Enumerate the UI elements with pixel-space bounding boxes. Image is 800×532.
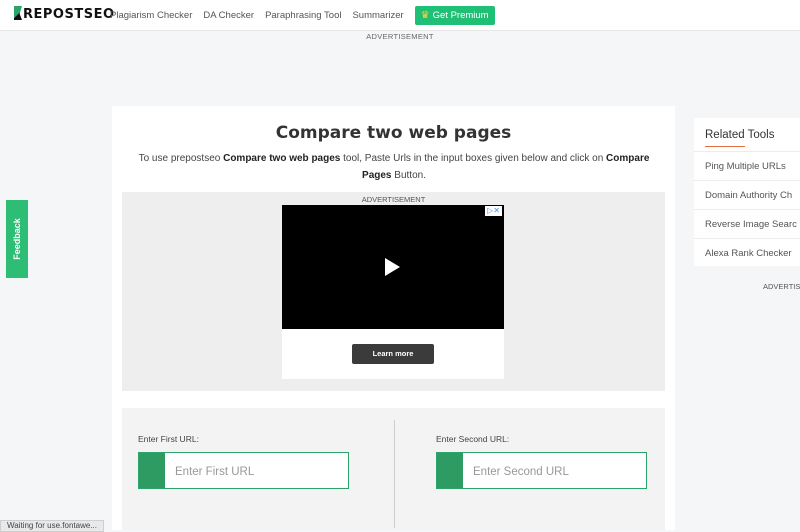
second-url-input[interactable]: [471, 453, 645, 490]
url-input-panel: Enter First URL: Enter Second URL:: [122, 408, 665, 530]
related-item-domain-authority[interactable]: Domain Authority Ch: [694, 180, 800, 209]
ad-container: ADVERTISEMENT ▷✕ Learn more: [122, 192, 665, 391]
desc-mid: tool, Paste Urls in the input boxes give…: [340, 153, 607, 164]
desc-pre: To use prepostseo: [138, 153, 224, 164]
play-icon[interactable]: [385, 258, 400, 276]
related-item-reverse-image-search[interactable]: Reverse Image Searc: [694, 209, 800, 238]
learn-more-button[interactable]: Learn more: [352, 344, 434, 364]
video-player[interactable]: ▷✕: [282, 205, 504, 329]
browser-status-bar: Waiting for use.fontawe...: [0, 520, 104, 532]
get-premium-button[interactable]: ♛ Get Premium: [414, 5, 495, 25]
tool-description: To use prepostseo Compare two web pages …: [124, 150, 664, 184]
side-ad-label: ADVERTIS: [763, 282, 800, 291]
desc-post: Button.: [391, 170, 426, 181]
related-item-alexa-rank-checker[interactable]: Alexa Rank Checker: [694, 238, 800, 267]
logo-text: REPOSTSEO: [23, 7, 115, 22]
related-item-ping-multiple-urls[interactable]: Ping Multiple URLs: [694, 151, 800, 180]
page-title: Compare two web pages: [275, 123, 512, 143]
second-url-label: Enter Second URL:: [436, 434, 510, 444]
logo-icon: [14, 6, 22, 20]
top-ad-banner: [0, 31, 800, 105]
first-url-input[interactable]: [173, 453, 347, 490]
related-tools-panel: Related Tools Ping Multiple URLs Domain …: [694, 118, 800, 266]
first-url-field-accent: [139, 453, 165, 488]
tool-card: Compare two web pages To use prepostseo …: [112, 106, 675, 530]
crown-icon: ♛: [420, 9, 430, 21]
desc-tool-name: Compare two web pages: [223, 153, 341, 164]
first-url-label: Enter First URL:: [138, 434, 199, 444]
main-nav: Plagiarism Checker DA Checker Paraphrasi…: [110, 0, 495, 30]
nav-paraphrasing-tool[interactable]: Paraphrasing Tool: [265, 10, 341, 21]
get-premium-label: Get Premium: [432, 9, 489, 21]
feedback-tab[interactable]: Feedback: [6, 200, 28, 278]
related-tools-title: Related Tools: [705, 129, 775, 141]
ad-label: ADVERTISEMENT: [361, 195, 426, 204]
adchoices-icon[interactable]: ▷✕: [485, 206, 502, 216]
second-url-field-accent: [437, 453, 463, 488]
nav-summarizer[interactable]: Summarizer: [352, 10, 403, 21]
top-navbar: REPOSTSEO Plagiarism Checker DA Checker …: [0, 0, 800, 31]
video-ad[interactable]: ▷✕ Learn more: [282, 205, 504, 379]
nav-da-checker[interactable]: DA Checker: [203, 10, 254, 21]
side-ad: ADVERTIS: [694, 276, 800, 530]
first-url-field[interactable]: [138, 452, 349, 490]
feedback-label: Feedback: [12, 218, 22, 260]
second-url-field[interactable]: [436, 452, 647, 490]
site-logo[interactable]: REPOSTSEO: [14, 6, 115, 22]
top-ad-label: ADVERTISEMENT: [366, 32, 434, 41]
related-title-underline: [705, 146, 745, 147]
url-divider: [394, 420, 395, 528]
nav-plagiarism-checker[interactable]: Plagiarism Checker: [110, 10, 192, 21]
